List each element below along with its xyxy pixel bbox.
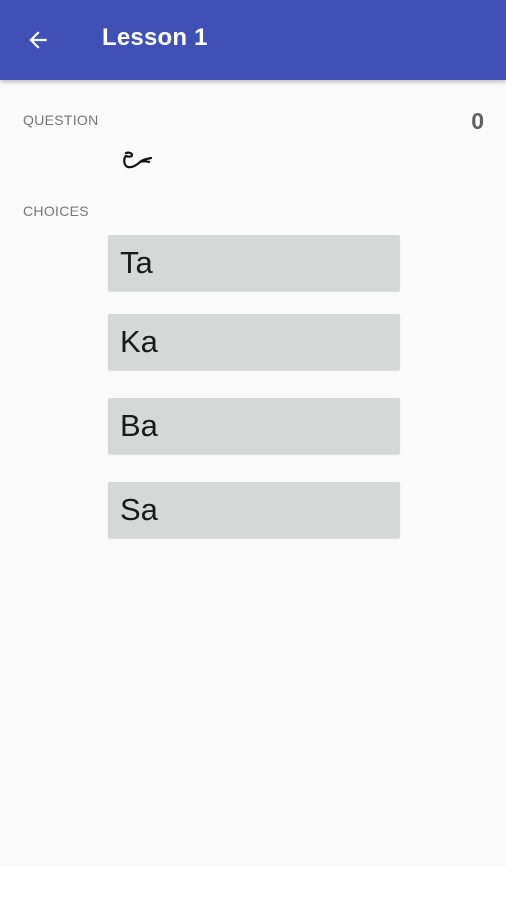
back-button[interactable]	[16, 18, 60, 62]
page-title: Lesson 1	[102, 24, 208, 51]
script-character-icon	[123, 151, 153, 169]
choice-button-sa[interactable]: Sa	[108, 482, 400, 538]
choice-button-ta[interactable]: Ta	[108, 235, 400, 291]
app-bar: Lesson 1	[0, 0, 506, 80]
choice-button-ka[interactable]: Ka	[108, 314, 400, 370]
app-screen: Lesson 1 QUESTION 0 CHOICES Ta Ka Ba Sa	[0, 0, 506, 900]
choices-label: CHOICES	[23, 203, 89, 219]
choice-button-ba[interactable]: Ba	[108, 398, 400, 454]
question-label: QUESTION	[23, 112, 99, 128]
arrow-left-icon	[29, 31, 47, 49]
score-value: 0	[471, 108, 484, 134]
bottom-bar	[0, 866, 506, 900]
